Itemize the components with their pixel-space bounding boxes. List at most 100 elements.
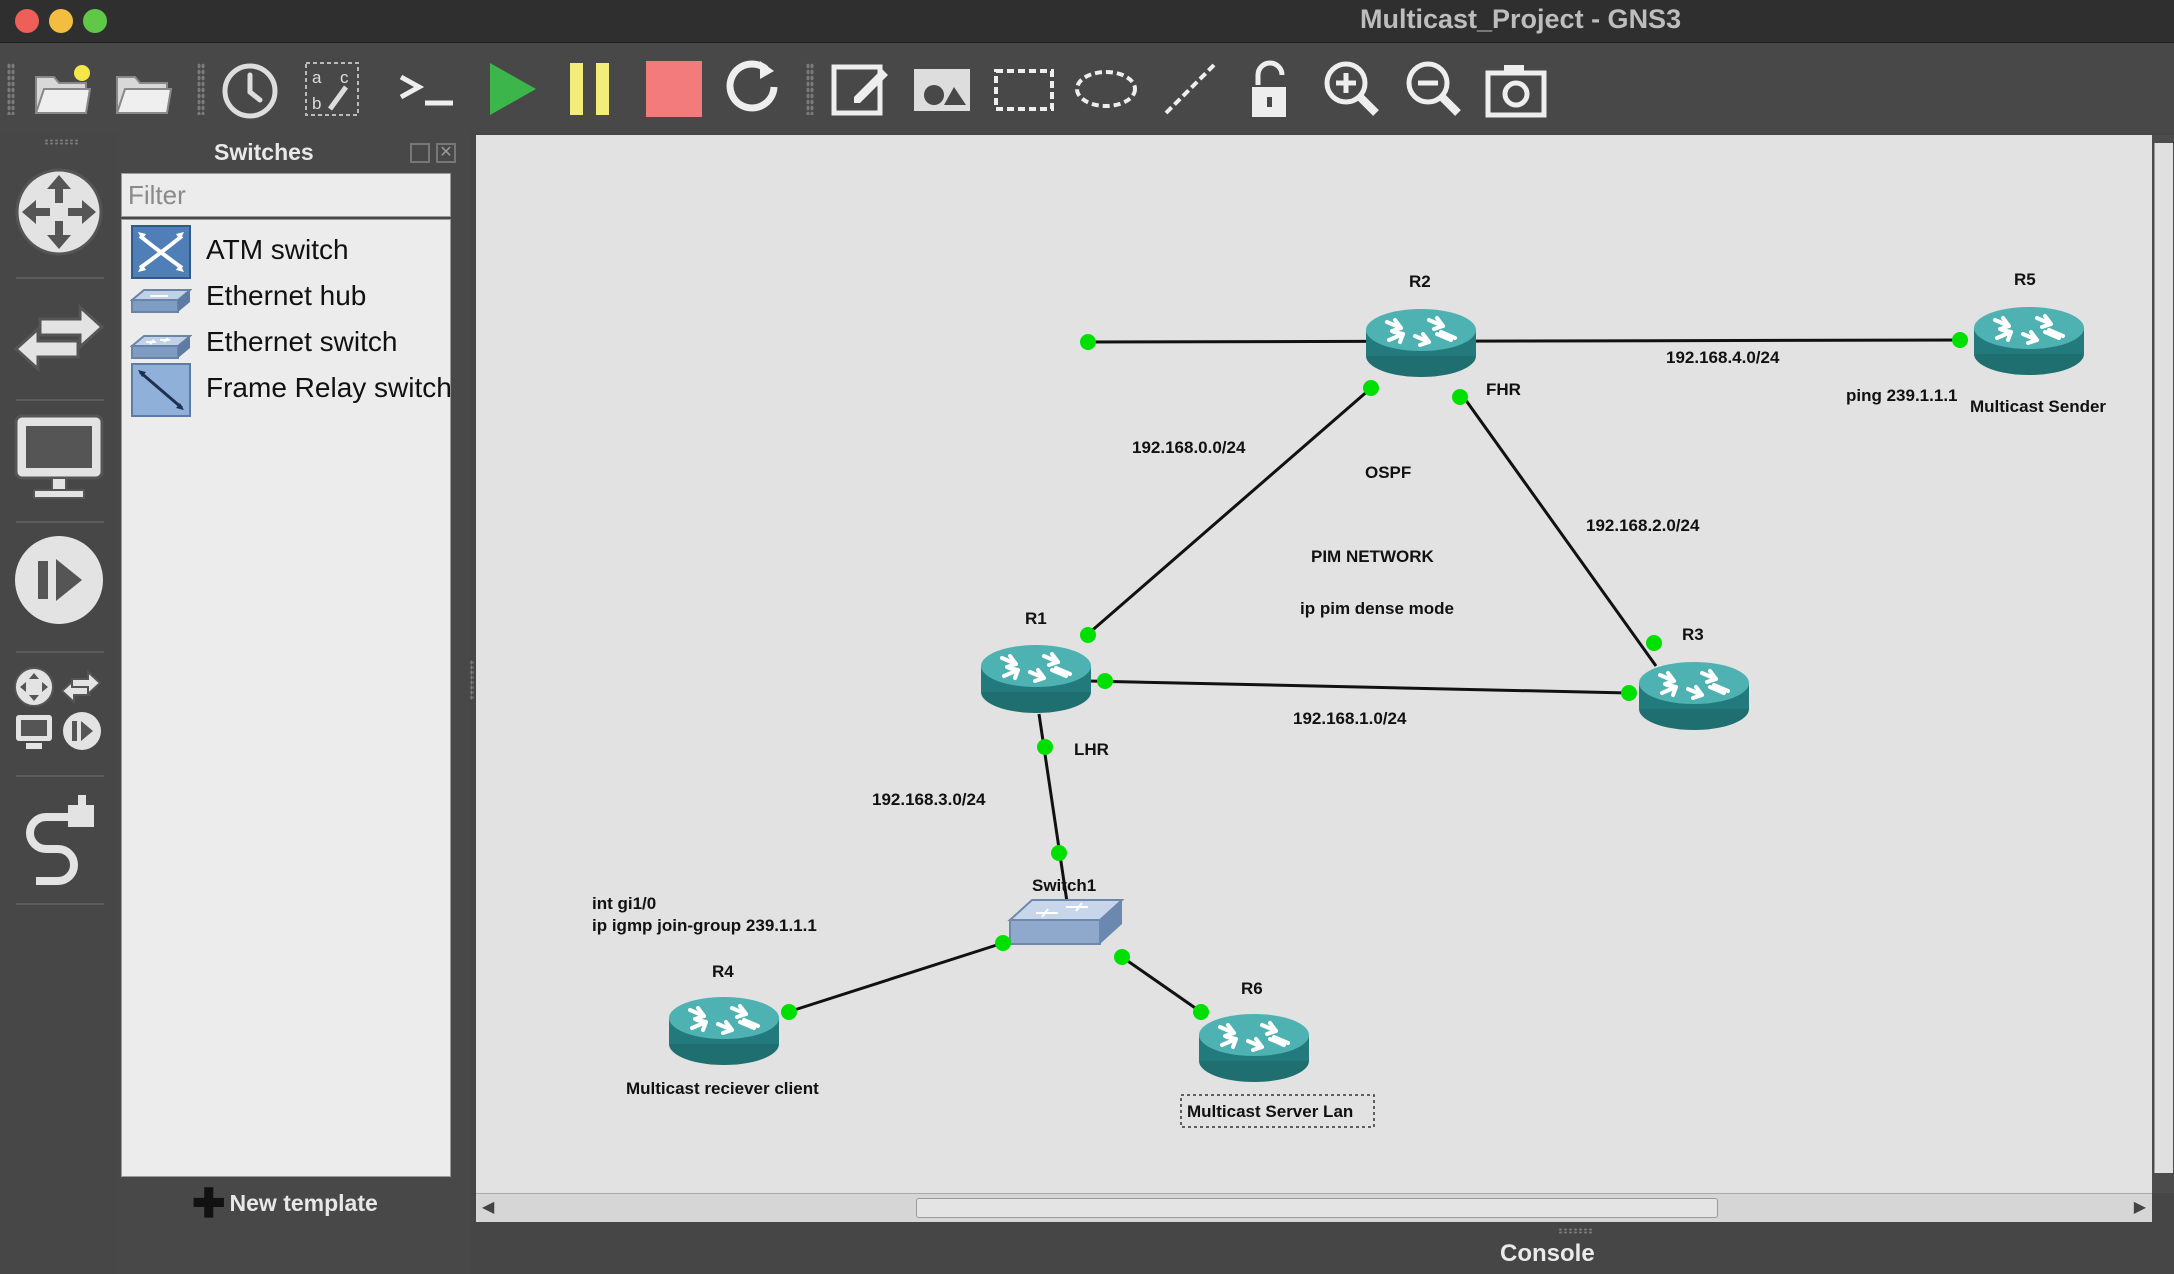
sidebar-grip[interactable]: [44, 139, 78, 145]
node-label-multicast-receiver: Multicast reciever client: [626, 1079, 819, 1098]
console-panel-title: Console: [1500, 1240, 1595, 1267]
switch-switch1[interactable]: Switch1: [1007, 876, 1125, 945]
router-r1[interactable]: R1: [979, 609, 1093, 715]
port-status-dots: [781, 332, 1968, 1020]
item-label: Ethernet hub: [206, 280, 367, 311]
sidebar-separator: [16, 651, 104, 653]
close-window-button[interactable]: [15, 9, 39, 33]
sidebar-separator: [16, 903, 104, 905]
node-template-list: ATM switch Ethernet hub Ethernet switch …: [121, 219, 452, 1177]
filter-input[interactable]: [121, 173, 451, 217]
plus-icon: ✚: [192, 1182, 226, 1226]
dock-title: Switches: [214, 139, 314, 165]
zoom-window-button[interactable]: [83, 9, 107, 33]
vertical-scroll-track[interactable]: [2154, 143, 2173, 1173]
close-dock-icon[interactable]: ✕: [436, 143, 456, 163]
scroll-right-icon[interactable]: ▶: [2134, 1197, 2146, 1217]
console-grip[interactable]: [1558, 1228, 1592, 1234]
browse-all-devices-icon[interactable]: [12, 663, 106, 757]
node-label-multicast-sender: Multicast Sender: [1970, 397, 2106, 416]
sidebar-separator: [16, 399, 104, 401]
list-item-frame-relay-switch[interactable]: Frame Relay switch: [122, 358, 452, 422]
horizontal-scrollbar[interactable]: ◀ ▶: [476, 1193, 2152, 1222]
zoom-out-icon[interactable]: [1402, 57, 1466, 121]
reload-all-icon[interactable]: [722, 57, 786, 121]
minimize-window-button[interactable]: [49, 9, 73, 33]
note-ospf[interactable]: OSPF: [1365, 463, 1411, 482]
node-label-switch1: Switch1: [1032, 876, 1096, 895]
router-r4[interactable]: R4 Multicast reciever client: [626, 962, 819, 1098]
device-sidebar: [0, 133, 118, 1274]
links: [787, 338, 1962, 1014]
svg-text:b: b: [312, 94, 321, 113]
node-label-r3: R3: [1682, 625, 1704, 644]
draw-rectangle-icon[interactable]: [992, 57, 1056, 121]
horizontal-scroll-thumb[interactable]: [916, 1198, 1718, 1218]
browse-switches-icon[interactable]: [12, 291, 106, 385]
screenshot-icon[interactable]: [1484, 57, 1548, 121]
router-r6[interactable]: R6 Multicast Server Lan: [1180, 979, 1375, 1128]
console-all-icon[interactable]: [395, 57, 459, 121]
new-project-icon[interactable]: [30, 57, 94, 121]
link-switch1-r6[interactable]: [1121, 955, 1202, 1014]
switches-dock: Switches ✕ ATM switch Ethernet hub Ether…: [118, 133, 470, 1274]
draw-line-icon[interactable]: [1158, 57, 1222, 121]
new-template-label: New template: [229, 1190, 378, 1216]
sidebar-separator: [16, 521, 104, 523]
svg-text:a: a: [312, 68, 322, 87]
vertical-scrollbar[interactable]: ▲: [2152, 135, 2174, 1193]
router-r2[interactable]: R2: [1364, 272, 1478, 379]
insert-picture-icon[interactable]: [910, 57, 974, 121]
topology-canvas[interactable]: 192.168.4.0/24 192.168.0.0/24 192.168.2.…: [476, 135, 2152, 1193]
show-interface-labels-icon[interactable]: acb: [300, 57, 364, 121]
link-r2-r5[interactable]: [1085, 338, 1962, 344]
node-label-multicast-server-lan: Multicast Server Lan: [1187, 1102, 1353, 1121]
link-label-r2-r3: 192.168.2.0/24: [1586, 516, 1700, 535]
sidebar-separator: [16, 775, 104, 777]
sidebar-separator: [16, 277, 104, 279]
note-pim-network[interactable]: PIM NETWORK: [1311, 547, 1434, 566]
note-int[interactable]: int gi1/0: [592, 894, 656, 913]
stop-all-icon[interactable]: [642, 57, 706, 121]
link-r1-r2[interactable]: [1087, 387, 1371, 636]
link-label-r1-switch1: 192.168.3.0/24: [872, 790, 986, 809]
link-label-r1-r3: 192.168.1.0/24: [1293, 709, 1407, 728]
note-pim-mode[interactable]: ip pim dense mode: [1300, 599, 1454, 618]
add-note-icon[interactable]: [828, 57, 892, 121]
new-template-button[interactable]: ✚ New template: [192, 1181, 378, 1227]
browse-routers-icon[interactable]: [12, 165, 106, 259]
browse-end-devices-icon[interactable]: [12, 410, 106, 504]
toolbar-grip-3[interactable]: [806, 63, 814, 115]
item-label: Frame Relay switch: [206, 372, 452, 403]
node-label-r5: R5: [2014, 270, 2036, 289]
suspend-all-icon[interactable]: [560, 57, 624, 121]
node-label-r1: R1: [1025, 609, 1047, 628]
float-dock-icon[interactable]: [410, 143, 430, 163]
toolbar-grip[interactable]: [7, 63, 15, 115]
note-igmp[interactable]: ip igmp join-group 239.1.1.1: [592, 916, 817, 935]
item-label: ATM switch: [206, 234, 349, 265]
note-ping[interactable]: ping 239.1.1.1: [1846, 386, 1958, 405]
browse-security-devices-icon[interactable]: [12, 533, 106, 627]
note-lhr[interactable]: LHR: [1074, 740, 1109, 759]
note-fhr[interactable]: FHR: [1486, 380, 1521, 399]
add-link-icon[interactable]: [12, 791, 106, 885]
snapshot-clock-icon[interactable]: [218, 57, 282, 121]
router-r5[interactable]: R5 Multicast Sender: [1970, 270, 2106, 416]
link-r1-r3[interactable]: [1087, 679, 1630, 695]
start-all-icon[interactable]: [480, 57, 544, 121]
node-label-r2: R2: [1409, 272, 1431, 291]
zoom-in-icon[interactable]: [1320, 57, 1384, 121]
main-toolbar: acb: [0, 43, 2174, 133]
title-bar: Multicast_Project - GNS3: [0, 0, 2174, 43]
node-label-r4: R4: [712, 962, 734, 981]
link-switch1-r4[interactable]: [787, 941, 1004, 1014]
scroll-left-icon[interactable]: ◀: [482, 1197, 494, 1217]
toolbar-grip-2[interactable]: [197, 63, 205, 115]
link-label-r1-r2: 192.168.0.0/24: [1132, 438, 1246, 457]
draw-ellipse-icon[interactable]: [1074, 57, 1138, 121]
svg-text:c: c: [340, 68, 349, 87]
open-project-icon[interactable]: [111, 57, 175, 121]
dock-splitter[interactable]: [470, 660, 474, 700]
lock-items-icon[interactable]: [1240, 57, 1304, 121]
